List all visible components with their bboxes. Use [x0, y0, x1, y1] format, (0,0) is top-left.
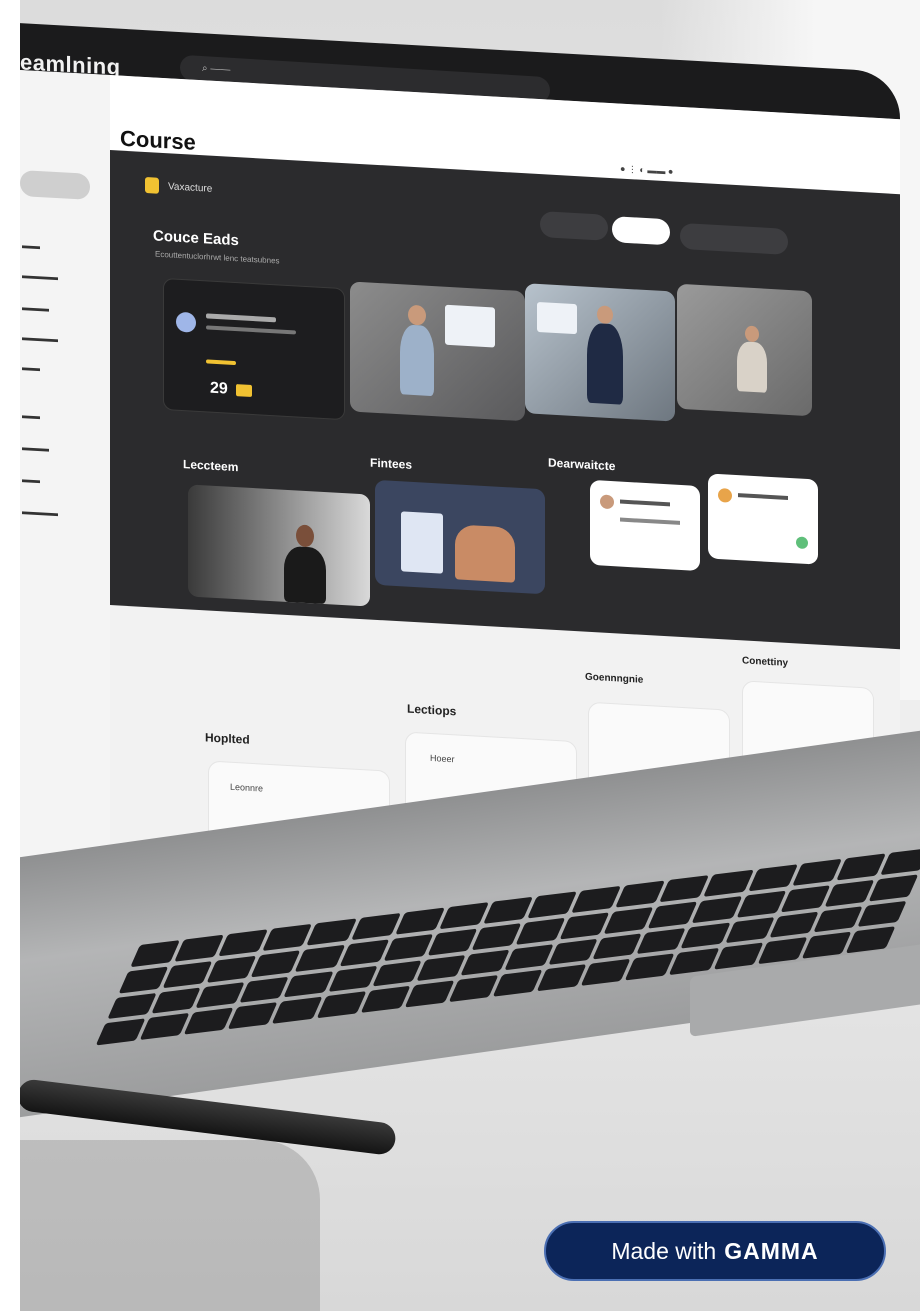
featured-course-card: 29 — [163, 277, 345, 421]
presenter-body — [400, 324, 434, 397]
laptop-photo: eamlning ⌕ —— ▮▮●● ▬▬ ▬▬▬▬ ▬▬▬ ▬▬▬▬ ▬▬ ▬… — [0, 0, 920, 1311]
presenter-head — [296, 524, 314, 548]
user-avatar — [718, 488, 732, 503]
sidebar: ▬▬ ▬▬▬▬ ▬▬▬ ▬▬▬▬ ▬▬ ▬▬ ▬▬▬ ▬▬ ▬▬▬▬ — [20, 70, 110, 916]
presenter-head — [597, 305, 613, 325]
course-desc-line — [206, 325, 296, 335]
course-icon — [176, 311, 196, 333]
course-name-line — [206, 313, 276, 323]
status-dot — [796, 536, 808, 550]
feature-image-card — [375, 479, 545, 595]
brand-chip-icon — [145, 176, 159, 194]
lecture-video-card — [188, 484, 370, 607]
discussion-line — [620, 499, 670, 507]
user-avatar — [600, 494, 614, 510]
panel-title: Conettiny — [742, 655, 789, 669]
presenter-body — [737, 341, 767, 393]
sidebar-item: ▬▬ — [22, 240, 40, 252]
sidebar-item: ▬▬▬ — [22, 442, 49, 454]
sidebar-item: ▬▬ — [22, 474, 40, 486]
presenter-head — [408, 304, 426, 326]
course-card — [525, 283, 675, 422]
presenter-body — [284, 545, 326, 605]
sidebar-item: ▬▬▬▬ — [22, 506, 58, 519]
presenter-head — [745, 325, 759, 343]
sidebar-item: ▬▬ — [22, 410, 40, 422]
price-badge-icon — [236, 384, 252, 397]
features-title: Fintees — [370, 455, 413, 472]
panel-title: Goennngnie — [585, 671, 644, 686]
sidebar-item: ▬▬▬▬ — [22, 332, 58, 345]
illustration — [401, 511, 443, 574]
badge-prefix: Made with — [611, 1237, 717, 1264]
screen-board — [537, 301, 577, 335]
discussion-card — [590, 479, 700, 572]
presenter-body — [587, 322, 623, 405]
discussion-line — [738, 493, 788, 500]
desk-object — [20, 1140, 320, 1311]
sidebar-item: ▬▬▬ — [22, 302, 49, 314]
course-price: 29 — [210, 379, 228, 398]
course-card — [350, 281, 525, 422]
discussion-line — [620, 517, 680, 525]
panel-title: Hoplted — [205, 730, 250, 747]
course-card — [677, 283, 812, 417]
left-white-strip — [0, 0, 20, 1311]
group-illustration — [455, 524, 515, 583]
filter-pill — [540, 211, 608, 241]
whiteboard — [445, 304, 495, 348]
panel-item: Leonnre — [230, 781, 264, 794]
gamma-logo-text: GAMMA — [724, 1237, 819, 1264]
made-with-gamma-badge[interactable]: Made with GAMMA — [544, 1221, 886, 1281]
discussion-card — [708, 473, 818, 565]
sidebar-item: ▬▬▬▬ — [22, 270, 58, 283]
course-tag-line — [206, 359, 236, 366]
sidebar-item: ▬▬ — [22, 362, 40, 374]
panel-item: Hoeer — [430, 752, 455, 765]
filter-pill-active — [612, 216, 670, 246]
panel-title: Lectiops — [407, 701, 457, 719]
sidebar-active-item — [20, 170, 90, 200]
